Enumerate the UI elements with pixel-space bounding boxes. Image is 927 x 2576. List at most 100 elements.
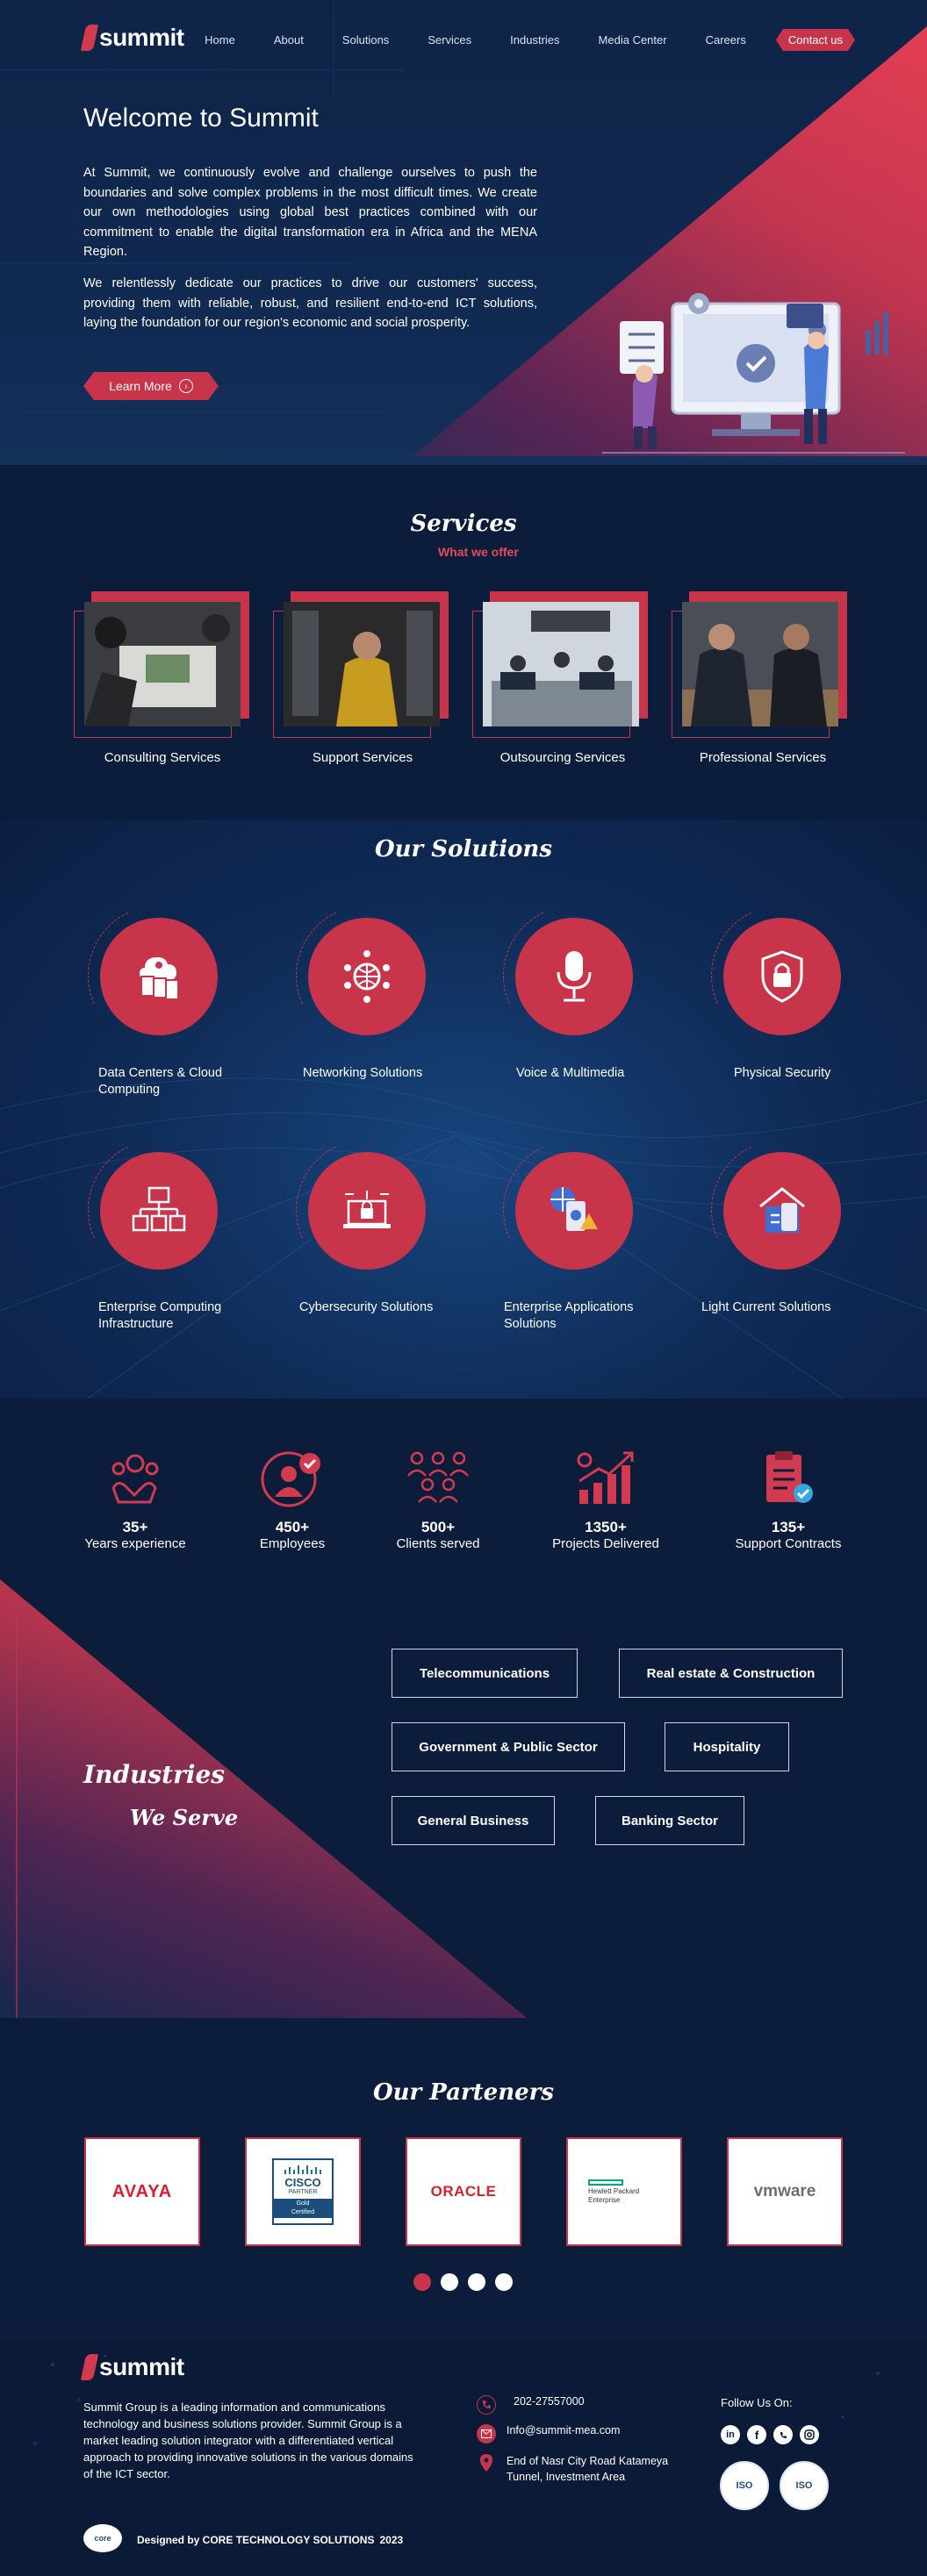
carousel-dot-2[interactable] [441,2273,458,2291]
email-icon [477,2424,496,2444]
support-photo [284,602,440,726]
service-card-consulting[interactable] [74,591,249,741]
carousel-dot-3[interactable] [468,2273,485,2291]
services-subtitle: What we offer [438,545,519,559]
clipboard-check-icon [766,1451,813,1503]
solution-enterprise-computing[interactable] [68,1120,248,1300]
facebook-icon[interactable]: f [747,2425,766,2444]
service-label-professional: Professional Services [699,750,827,765]
industry-hospitality[interactable]: Hospitality [665,1722,789,1771]
solution-light-current[interactable] [691,1120,872,1300]
solution-cybersecurity[interactable] [276,1120,456,1300]
summit-logo-mark [80,2354,99,2380]
contact-us-button[interactable]: Contact us [776,29,855,51]
solution-data-centers[interactable] [68,885,248,1066]
growth-chart-icon [577,1451,634,1504]
industries-accent-line [16,1614,18,2018]
nav-media-center[interactable]: Media Center [599,33,667,47]
solution-physical-security[interactable] [691,885,872,1066]
stat-contracts-number: 135+ [771,1519,806,1535]
footer-about: Summit Group is a leading information an… [83,2401,413,2480]
instagram-icon[interactable] [800,2425,819,2444]
footer-phone[interactable]: 202-27557000 [477,2395,585,2415]
site-logo[interactable]: summit [80,24,184,52]
disk [308,1152,426,1270]
stat-projects-label: Projects Delivered [552,1536,659,1551]
industry-general-business[interactable]: General Business [392,1796,555,1845]
clients-group-icon [407,1451,469,1503]
industry-banking[interactable]: Banking Sector [595,1796,744,1845]
disk [100,918,218,1035]
hero-paragraph-2: We relentlessly dedicate our practices t… [83,276,537,330]
top-nav: summit Home About Solutions Services Ind… [0,0,927,79]
apps-globe-icon [550,1187,598,1231]
cisco-certified: Certified [291,2209,315,2215]
learn-more-button[interactable]: Learn More › [83,372,219,400]
carousel-dot-1[interactable] [413,2273,431,2291]
outsourcing-photo [483,602,639,726]
footer-logo[interactable]: summit [80,2353,184,2381]
stat-projects: 1350+ Projects Delivered [527,1449,685,1551]
linkedin-icon[interactable]: in [721,2425,740,2444]
service-card-outsourcing[interactable] [472,591,648,741]
stat-clients: 500+ Clients served [359,1449,517,1551]
solution-voice[interactable] [483,885,664,1066]
stat-employees-label: Employees [259,1536,326,1551]
industry-telecommunications[interactable]: Telecommunications [392,1649,578,1698]
nav-industries[interactable]: Industries [510,33,559,47]
nav-home[interactable]: Home [205,33,235,47]
hero-title: Welcome to Summit [83,104,319,132]
solution-label-cybersecurity: Cybersecurity Solutions [299,1300,434,1314]
stat-clients-number: 500+ [420,1519,456,1535]
service-label-outsourcing: Outsourcing Services [499,750,626,765]
credit-text: Designed by CORE TECHNOLOGY SOLUTIONS [137,2534,375,2546]
footer-credit: Designed by CORE TECHNOLOGY SOLUTIONS 20… [137,2534,403,2546]
cloud-server-icon [140,957,179,1000]
partner-cisco[interactable]: CISCO PARTNER Gold Certified [245,2137,361,2246]
service-label-consulting: Consulting Services [104,750,221,765]
microphone-icon [557,951,592,1002]
service-card-professional[interactable] [672,591,847,741]
nav-careers[interactable]: Careers [706,33,746,47]
services-title: Services [410,511,517,537]
industry-government[interactable]: Government & Public Sector [392,1722,625,1771]
stat-contracts-label: Support Contracts [735,1536,842,1551]
whatsapp-icon[interactable] [773,2425,793,2444]
cisco-bars-icon [284,2165,321,2174]
hpe-logo: Hewlett Packard Enterprise [588,2179,660,2205]
solution-enterprise-apps[interactable] [483,1120,664,1300]
disk [515,918,633,1035]
location-pin-icon [477,2453,496,2472]
industry-real-estate[interactable]: Real estate & Construction [619,1649,843,1698]
disk [723,918,841,1035]
partner-avaya[interactable]: AVAYA [84,2137,200,2246]
iso-badge-2: ISO [780,2461,829,2510]
partner-hpe[interactable]: Hewlett Packard Enterprise [566,2137,682,2246]
footer-address: End of Nasr City Road Katameya Tunnel, I… [477,2453,687,2485]
disk [100,1152,218,1270]
stat-projects-number: 1350+ [585,1519,627,1535]
solution-networking[interactable] [276,885,456,1066]
solution-label-physical-security: Physical Security [734,1066,831,1080]
shield-lock-icon [761,950,803,1003]
nav-about[interactable]: About [274,33,304,47]
partner-oracle[interactable]: ORACLE [406,2137,521,2246]
solutions-title: Our Solutions [375,836,552,862]
footer-logo-wordmark: summit [99,2353,184,2380]
solution-label-data-centers: Data Centers & Cloud Computing [98,1066,223,1097]
computing-hierarchy-icon [132,1186,186,1232]
carousel-dot-4[interactable] [495,2273,513,2291]
hpe-text: Hewlett Packard Enterprise [588,2186,640,2204]
stat-years-label: Years experience [84,1536,186,1551]
solution-label-enterprise-apps: Enterprise Applications Solutions [504,1300,634,1331]
partner-vmware[interactable]: vmware [727,2137,843,2246]
oracle-logo: ORACLE [430,2183,497,2200]
network-globe-icon [344,950,390,1003]
nav-solutions[interactable]: Solutions [342,33,389,47]
service-card-support[interactable] [273,591,449,741]
stat-years: 35+ Years experience [56,1449,214,1551]
partners-title: Our Parteners [372,2079,555,2106]
cisco-logo: CISCO [284,2176,321,2189]
footer-email[interactable]: Info@summit-mea.com [477,2424,620,2444]
nav-services[interactable]: Services [428,33,471,47]
